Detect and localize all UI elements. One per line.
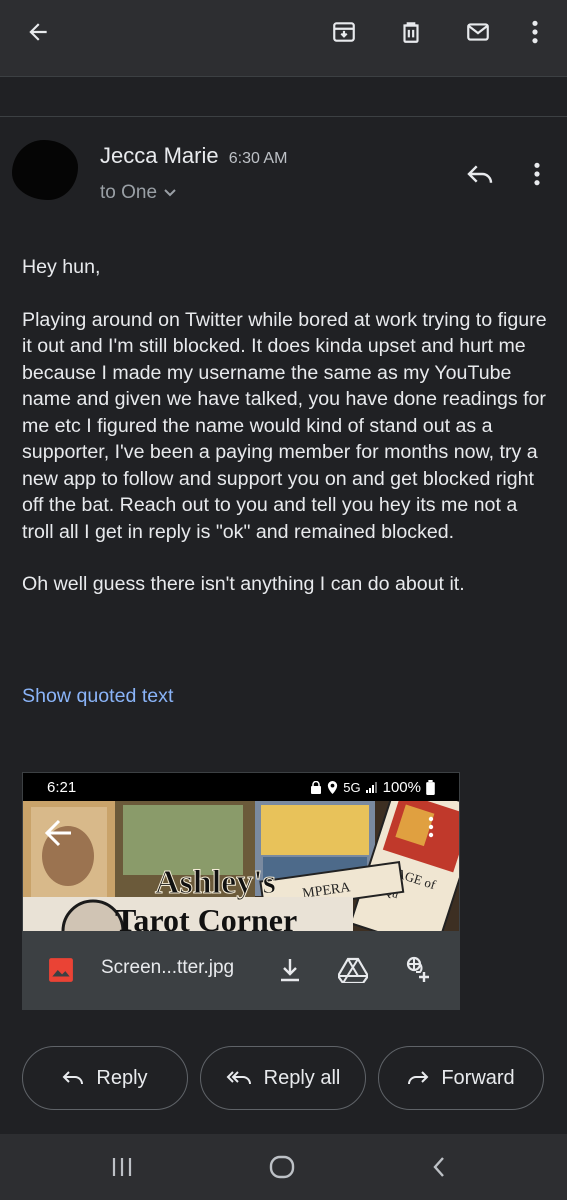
location-icon: [328, 780, 338, 794]
add-to-photos-icon[interactable]: [401, 951, 437, 987]
thumbnail-time: 6:21: [47, 778, 77, 796]
attachment-card[interactable]: 6:21 5G 100% PAGE of MPERA Ashley's Taro…: [22, 772, 460, 1010]
thumbnail-battery-level: 100%: [382, 778, 421, 796]
reply-all-button[interactable]: Reply all: [200, 1046, 366, 1110]
back-icon[interactable]: [424, 1152, 454, 1182]
reply-all-button-label: Reply all: [263, 1066, 341, 1089]
home-icon[interactable]: [264, 1151, 300, 1183]
sender-name[interactable]: Jecca Marie: [100, 143, 219, 168]
thumbnail-title-line1: Ashley's: [155, 864, 276, 901]
thumbnail-status-bar: 6:21 5G 100%: [23, 773, 459, 801]
archive-icon[interactable]: [326, 14, 362, 50]
attachment-bar: Screen...tter.jpg: [23, 931, 459, 1009]
reply-button[interactable]: Reply: [22, 1046, 188, 1110]
reply-icon[interactable]: [462, 156, 498, 192]
image-file-icon: [47, 956, 75, 984]
subject-divider: [0, 116, 567, 117]
battery-icon: [426, 779, 435, 795]
download-icon[interactable]: [273, 953, 307, 987]
body-paragraph: Hey hun,: [22, 256, 101, 278]
forward-button[interactable]: Forward: [378, 1046, 544, 1110]
tarot-cards-image: PAGE of Qu MPERA Ashley's Tarot Corner: [23, 801, 459, 931]
thumbnail-more-dot: [428, 816, 434, 822]
drive-icon[interactable]: [336, 953, 370, 987]
trash-icon[interactable]: [393, 14, 429, 50]
attachment-thumbnail[interactable]: 6:21 5G 100% PAGE of MPERA Ashley's Taro…: [23, 773, 459, 931]
recipient-toggle[interactable]: to One: [100, 182, 177, 204]
body-paragraph: Playing around on Twitter while bored at…: [22, 308, 547, 543]
reply-arrow-icon: [63, 1071, 84, 1085]
show-quoted-text-link[interactable]: Show quoted text: [22, 685, 173, 708]
top-app-bar: [0, 0, 567, 77]
sender-avatar[interactable]: [12, 140, 78, 200]
lock-icon: [311, 780, 322, 794]
thumbnail-title-line2: Tarot Corner: [115, 902, 297, 931]
message-more-icon[interactable]: [522, 156, 552, 192]
recipient-label: to One: [100, 182, 158, 203]
system-navigation-bar: [0, 1134, 567, 1200]
chevron-down-icon: [164, 189, 176, 197]
message-time: 6:30 AM: [228, 150, 288, 167]
sender-line: Jecca Marie 6:30 AM: [100, 143, 287, 169]
reply-button-label: Reply: [96, 1066, 148, 1089]
back-arrow-icon[interactable]: [20, 14, 56, 50]
more-vert-icon[interactable]: [520, 14, 550, 50]
thumbnail-more-dot: [428, 824, 434, 830]
attachment-filename[interactable]: Screen...tter.jpg: [101, 957, 234, 979]
thumbnail-status-icons: 5G 100%: [310, 779, 435, 796]
recent-apps-icon[interactable]: [104, 1152, 140, 1182]
thumbnail-more-dot: [428, 832, 434, 838]
thumbnail-network: 5G: [343, 779, 361, 795]
signal-icon: [365, 781, 377, 793]
body-paragraph: Oh well guess there isn't anything I can…: [22, 573, 465, 595]
forward-button-label: Forward: [441, 1066, 515, 1089]
mail-icon[interactable]: [460, 14, 496, 50]
message-body: Hey hun, Playing around on Twitter while…: [22, 254, 550, 624]
forward-arrow-icon: [408, 1071, 429, 1085]
reply-all-icon: [226, 1071, 251, 1085]
